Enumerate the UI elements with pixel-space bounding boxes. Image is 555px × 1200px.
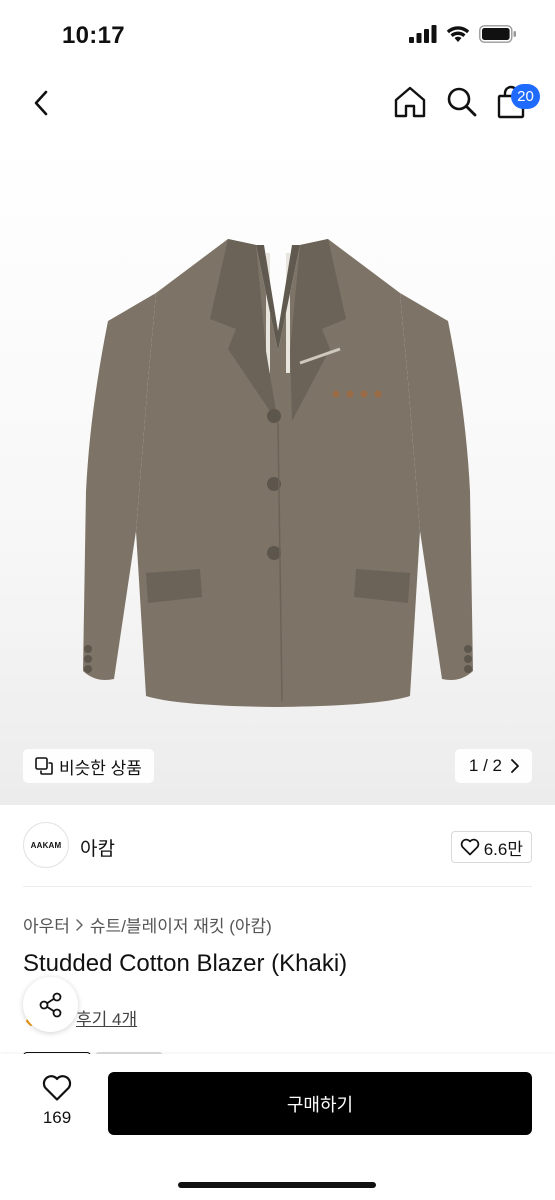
share-button[interactable] [23,977,78,1032]
breadcrumb-category[interactable]: 아우터 [23,912,70,937]
cart-count-badge: 20 [511,84,540,109]
chevron-left-icon [34,90,48,116]
breadcrumb-subcategory[interactable]: 슈트/블레이저 재킷 (아캄) [90,912,272,937]
brand-like-button[interactable]: 6.6만 [450,831,532,863]
wishlist-count: 169 [42,1108,72,1127]
product-image-carousel[interactable]: 비슷한 상품 1 / 2 [0,136,555,805]
divider [23,886,532,887]
review-link[interactable]: 후기 4개 [76,1005,137,1030]
buy-button[interactable]: 구매하기 [108,1072,532,1135]
page-indicator: 1 / 2 [468,756,502,775]
home-icon [394,86,426,118]
chevron-right-icon [76,918,83,931]
heart-icon [42,1075,72,1101]
search-button[interactable] [444,84,480,120]
back-button[interactable] [26,86,56,120]
share-icon [39,992,61,1017]
image-pager-button[interactable]: 1 / 2 [454,749,532,783]
status-time: 10:17 [62,22,125,49]
product-image [83,239,473,707]
search-icon [447,87,477,117]
breadcrumb: 아우터 슈트/블레이저 재킷 (아캄) [23,912,272,937]
signal-icon [409,25,437,43]
copy-icon [35,757,53,775]
product-title: Studded Cotton Blazer (Khaki) [23,950,348,977]
heart-icon [460,838,479,856]
brand-name[interactable]: 아캄 [80,834,115,861]
home-indicator [178,1182,376,1188]
nav-bar [0,70,555,136]
battery-icon [479,25,516,43]
wishlist-button[interactable]: 169 [22,1074,92,1144]
status-icons [409,25,517,43]
brand-row: AAKAM 아캄 6.6만 [23,822,532,870]
status-bar: 10:17 [0,0,555,70]
bottom-bar: 169 구매하기 [0,1054,555,1200]
chevron-right-icon [511,759,519,773]
similar-products-label: 비슷한 상품 [59,758,142,778]
similar-products-button[interactable]: 비슷한 상품 [23,749,154,783]
wifi-icon [446,26,470,42]
home-button[interactable] [392,84,428,120]
brand-logo-text: AAKAM [30,840,62,850]
brand-like-count: 6.6만 [483,839,523,859]
brand-logo[interactable]: AAKAM [23,822,69,868]
